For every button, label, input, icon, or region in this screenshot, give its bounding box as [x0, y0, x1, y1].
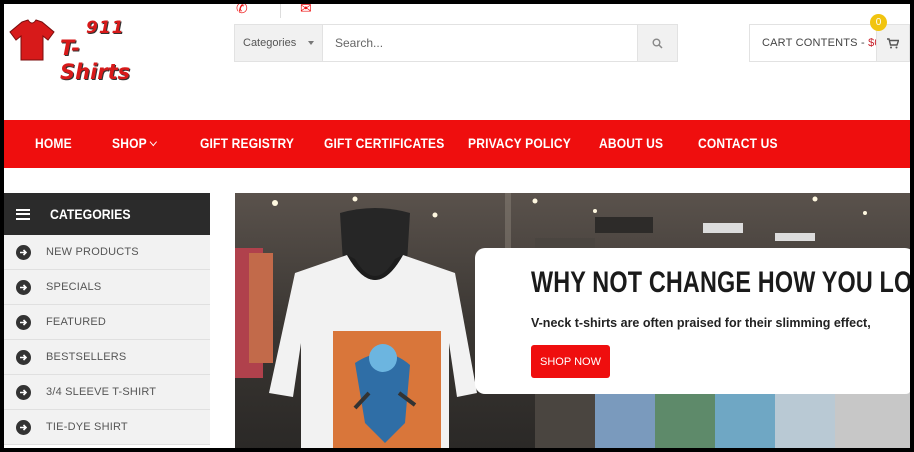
nav-about-us[interactable]: ABOUT US [599, 135, 663, 151]
sidebar-item-specials[interactable]: SPECIALS [4, 270, 210, 305]
nav-home[interactable]: HOME [35, 135, 72, 151]
phone-icon[interactable]: ✆ [236, 4, 248, 17]
nav-gift-certificates[interactable]: GIFT CERTIFICATES [324, 135, 444, 151]
sidebar-item-label: SPECIALS [46, 281, 102, 293]
search-button[interactable] [637, 25, 677, 61]
shopping-cart-icon [887, 37, 899, 48]
category-select[interactable]: Categories [235, 25, 323, 61]
caret-down-icon [308, 41, 314, 45]
cart-label: CART CONTENTS - [762, 37, 869, 49]
site-logo[interactable]: 911 T-Shirts [8, 16, 148, 84]
cart-widget[interactable]: CART CONTENTS - $0.00 0 [749, 14, 910, 62]
cart-summary: CART CONTENTS - $0.00 [750, 37, 896, 49]
sidebar-item-label: NEW PRODUCTS [46, 246, 139, 258]
arrow-right-circle-icon [16, 384, 31, 400]
arrow-right-circle-icon [16, 244, 31, 260]
categories-sidebar: CATEGORIES NEW PRODUCTS SPECIALS FEATURE… [4, 193, 210, 448]
nav-shop-label: SHOP [112, 135, 147, 151]
categories-header[interactable]: CATEGORIES [4, 193, 210, 235]
arrow-right-circle-icon [16, 314, 31, 330]
hero-banner: WHY NOT CHANGE HOW YOU LOOK? V-neck t-sh… [235, 193, 910, 448]
sidebar-item-label: TIE-DYE SHIRT [46, 421, 128, 433]
nav-contact-us[interactable]: CONTACT US [698, 135, 778, 151]
sidebar-item-three-quarter-sleeve[interactable]: 3/4 SLEEVE T-SHIRT [4, 375, 210, 410]
main-nav: HOME SHOP GIFT REGISTRY GIFT CERTIFICATE… [4, 120, 910, 168]
promo-title: WHY NOT CHANGE HOW YOU LOOK? [531, 266, 910, 299]
menu-icon [16, 208, 30, 220]
nav-gift-registry[interactable]: GIFT REGISTRY [200, 135, 294, 151]
sidebar-item-bestsellers[interactable]: BESTSELLERS [4, 340, 210, 375]
sidebar-item-label: FEATURED [46, 316, 107, 328]
envelope-icon[interactable]: ✉ [300, 4, 312, 17]
shop-now-button[interactable]: SHOP NOW [531, 345, 610, 378]
promo-subtitle: V-neck t-shirts are often praised for th… [531, 316, 871, 330]
nav-shop[interactable]: SHOP [112, 135, 158, 151]
page-frame: 911 T-Shirts ✆ ✉ Categories CART CONTENT… [4, 4, 910, 448]
top-contact-bar: ✆ ✉ [234, 4, 324, 18]
cart-count-badge: 0 [870, 14, 887, 31]
sidebar-item-label: 3/4 SLEEVE T-SHIRT [46, 386, 157, 398]
search-bar: Categories [234, 24, 678, 62]
sidebar-item-label: BESTSELLERS [46, 351, 127, 363]
promo-card: WHY NOT CHANGE HOW YOU LOOK? V-neck t-sh… [475, 248, 910, 394]
arrow-right-circle-icon [16, 349, 31, 365]
chevron-down-icon [150, 137, 158, 147]
tshirt-logo-icon [9, 19, 55, 61]
logo-name: T-Shirts [60, 36, 131, 84]
search-icon [652, 38, 663, 49]
sidebar-item-tie-dye[interactable]: TIE-DYE SHIRT [4, 410, 210, 445]
divider [280, 4, 281, 18]
search-input[interactable] [323, 25, 637, 61]
logo-number: 911 [86, 18, 125, 38]
sidebar-item-new-products[interactable]: NEW PRODUCTS [4, 235, 210, 270]
sidebar-item-featured[interactable]: FEATURED [4, 305, 210, 340]
arrow-right-circle-icon [16, 279, 31, 295]
arrow-right-circle-icon [16, 419, 31, 435]
category-select-label: Categories [243, 37, 297, 49]
categories-title: CATEGORIES [50, 206, 131, 222]
nav-privacy-policy[interactable]: PRIVACY POLICY [468, 135, 571, 151]
